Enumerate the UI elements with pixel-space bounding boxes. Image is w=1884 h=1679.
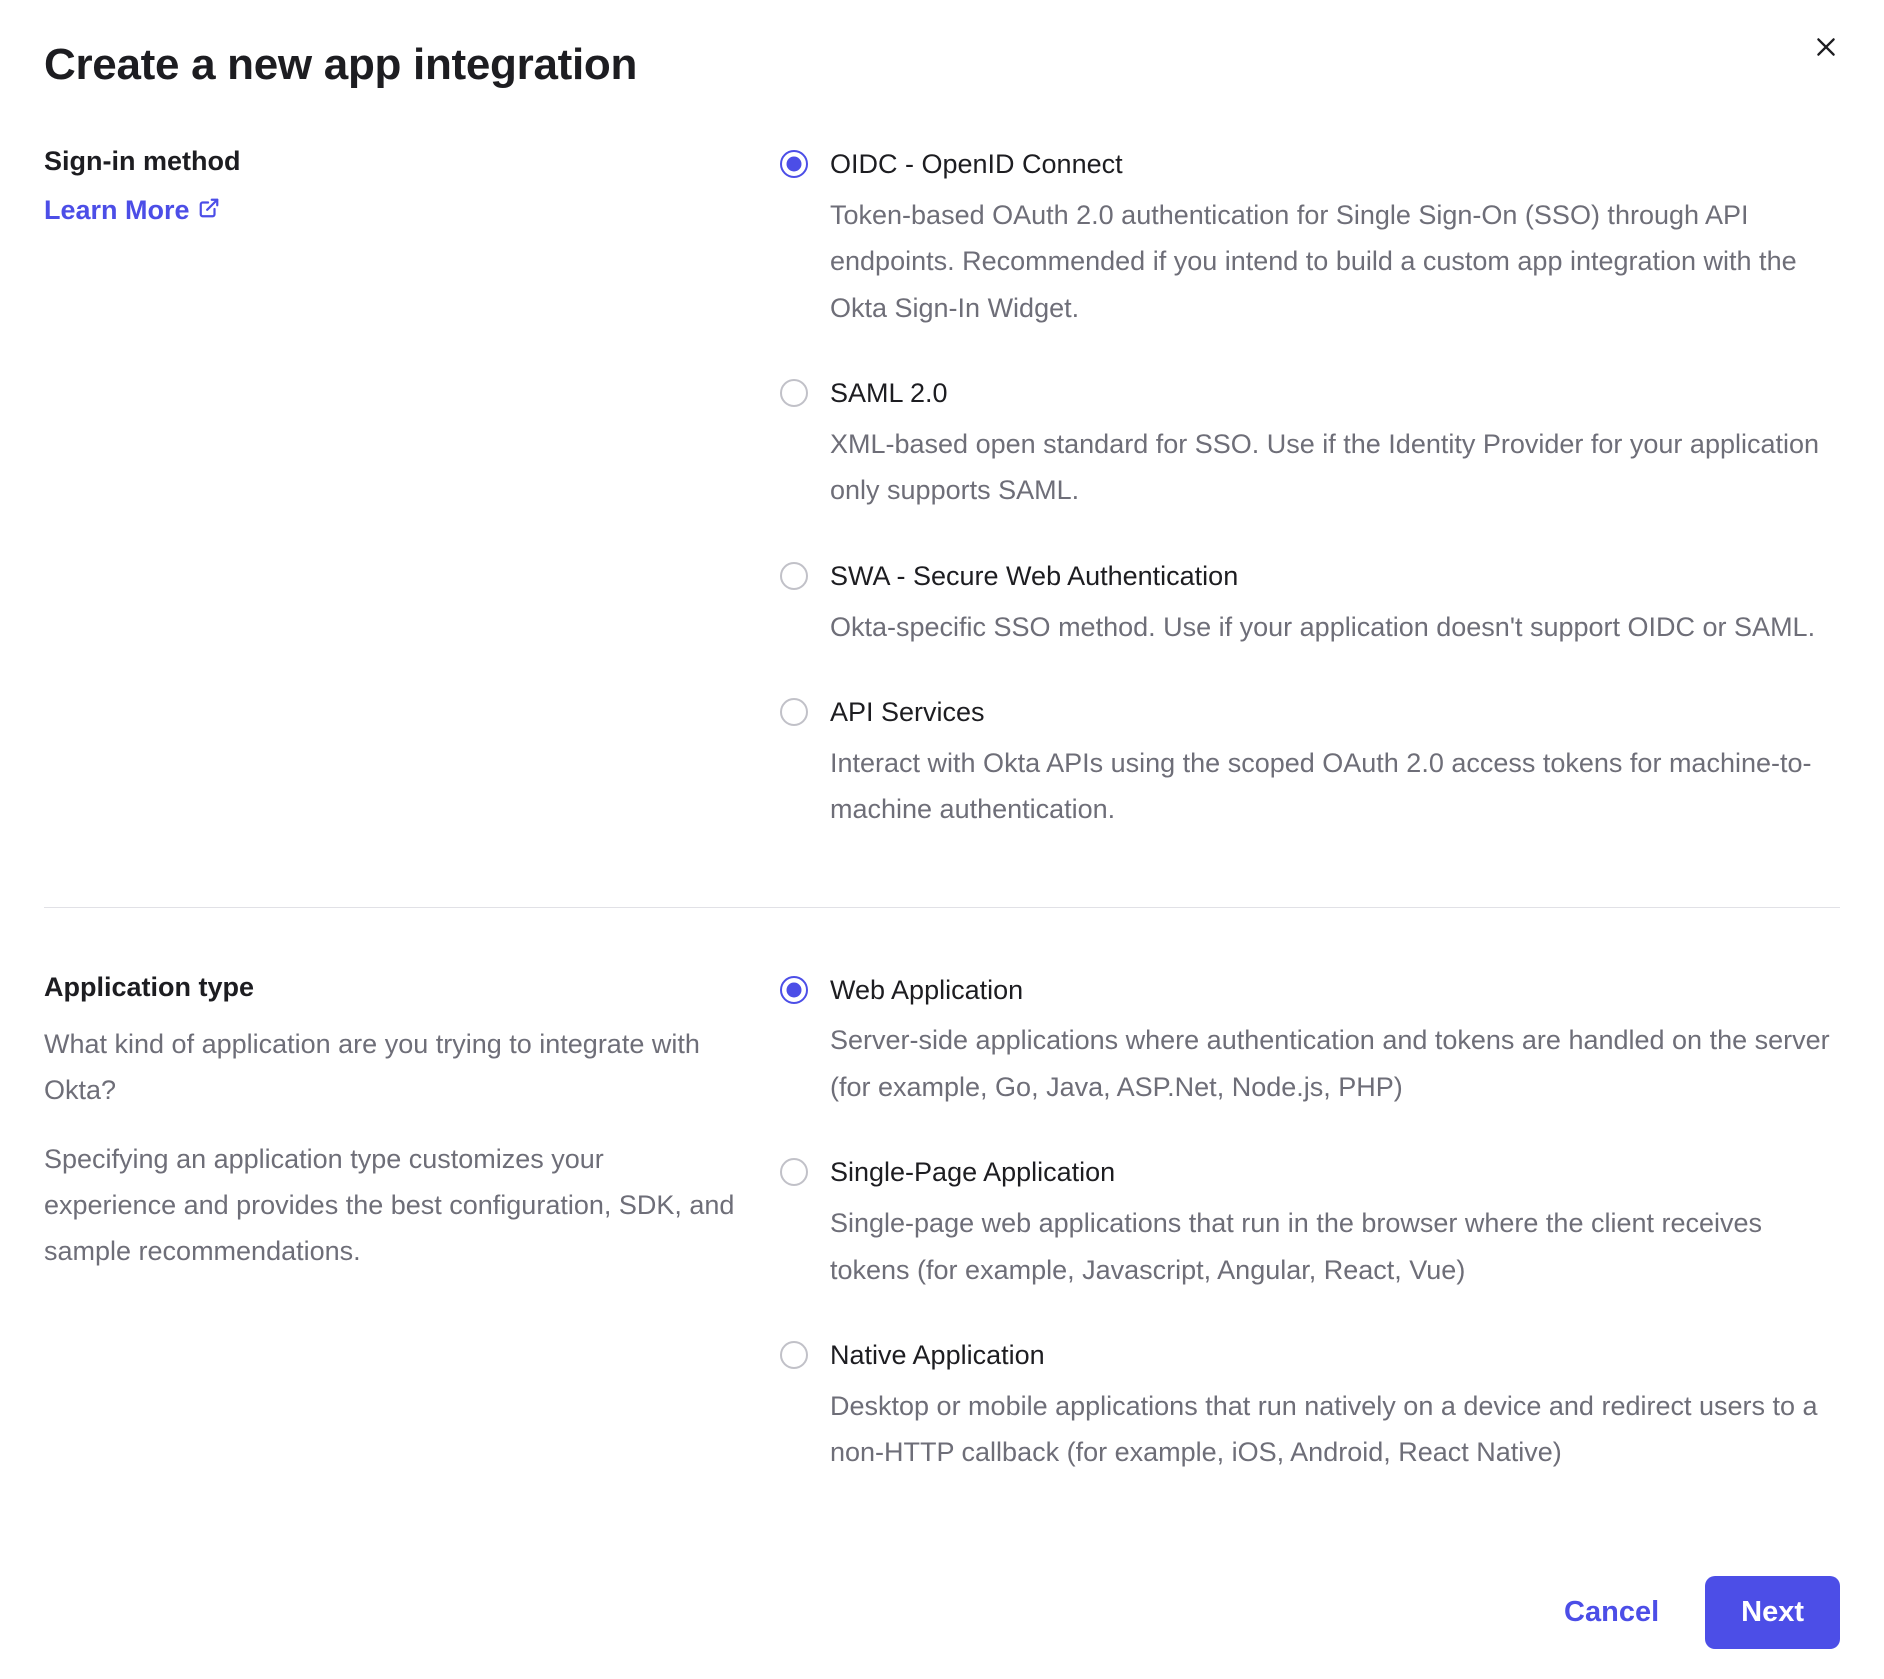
application-type-radio-group: Web Application Server-side applications…: [780, 972, 1840, 1476]
radio-title: API Services: [830, 694, 1840, 732]
signin-option-swa[interactable]: SWA - Secure Web Authentication Okta-spe…: [780, 558, 1840, 650]
apptype-option-spa[interactable]: Single-Page Application Single-page web …: [780, 1154, 1840, 1293]
radio-title: Native Application: [830, 1337, 1840, 1375]
radio-title: Single-Page Application: [830, 1154, 1840, 1192]
dialog-title: Create a new app integration: [44, 40, 1840, 90]
radio-indicator: [780, 1158, 808, 1186]
radio-title: SAML 2.0: [830, 375, 1840, 413]
signin-method-label: Sign-in method: [44, 146, 740, 177]
signin-option-oidc[interactable]: OIDC - OpenID Connect Token-based OAuth …: [780, 146, 1840, 331]
radio-desc: Desktop or mobile applications that run …: [830, 1383, 1840, 1476]
close-icon: [1813, 34, 1839, 63]
radio-desc: Single-page web applications that run in…: [830, 1200, 1840, 1293]
radio-indicator: [780, 1341, 808, 1369]
signin-method-radio-group: OIDC - OpenID Connect Token-based OAuth …: [780, 146, 1840, 833]
radio-indicator: [780, 698, 808, 726]
close-button[interactable]: [1808, 30, 1844, 66]
radio-indicator: [780, 150, 808, 178]
radio-indicator: [780, 976, 808, 1004]
radio-title: Web Application: [830, 972, 1840, 1010]
radio-desc: Token-based OAuth 2.0 authentication for…: [830, 192, 1840, 331]
radio-desc: Interact with Okta APIs using the scoped…: [830, 740, 1840, 833]
signin-option-saml[interactable]: SAML 2.0 XML-based open standard for SSO…: [780, 375, 1840, 514]
radio-indicator: [780, 562, 808, 590]
apptype-option-web[interactable]: Web Application Server-side applications…: [780, 972, 1840, 1111]
application-type-desc-2: Specifying an application type customize…: [44, 1136, 740, 1275]
learn-more-link[interactable]: Learn More: [44, 195, 220, 226]
learn-more-text: Learn More: [44, 195, 190, 226]
radio-desc: Okta-specific SSO method. Use if your ap…: [830, 604, 1840, 650]
radio-title: OIDC - OpenID Connect: [830, 146, 1840, 184]
application-type-desc-1: What kind of application are you trying …: [44, 1021, 740, 1114]
radio-desc: XML-based open standard for SSO. Use if …: [830, 421, 1840, 514]
external-link-icon: [198, 195, 220, 226]
apptype-option-native[interactable]: Native Application Desktop or mobile app…: [780, 1337, 1840, 1476]
radio-indicator: [780, 379, 808, 407]
radio-desc: Server-side applications where authentic…: [830, 1017, 1840, 1110]
application-type-label: Application type: [44, 972, 740, 1003]
radio-title: SWA - Secure Web Authentication: [830, 558, 1840, 596]
cancel-button[interactable]: Cancel: [1554, 1578, 1669, 1647]
section-divider: [44, 907, 1840, 908]
signin-option-api-services[interactable]: API Services Interact with Okta APIs usi…: [780, 694, 1840, 833]
